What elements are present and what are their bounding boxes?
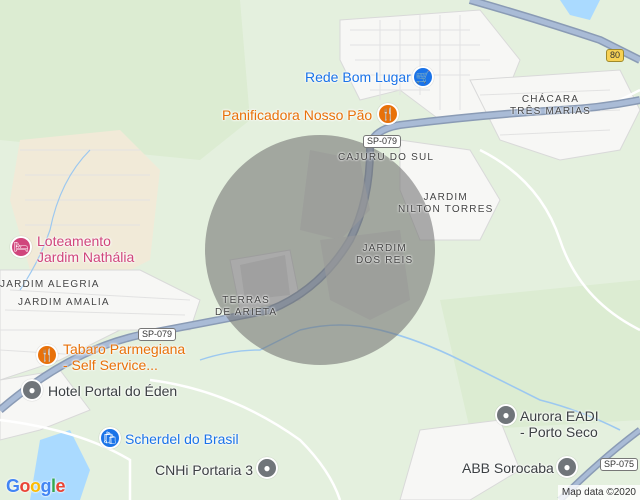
poi-label: Aurora EADI - Porto Seco [520, 408, 599, 441]
area-label-cajuru: CAJURU DO SUL [338, 152, 435, 163]
area-label-alegria: JARDIM ALEGRIA [0, 279, 100, 290]
map-attribution[interactable]: Map data ©2020 [557, 485, 640, 500]
poi-label: Loteamento Jardim Nathália [37, 233, 135, 266]
area-label-amalia: JARDIM AMALIA [18, 297, 110, 308]
shopping-bag-icon: 🛍 [99, 427, 121, 449]
sp-079-top-shield: SP-079 [363, 135, 402, 148]
road-80-shield: 80 [606, 49, 625, 62]
poi-label: Hotel Portal do Éden [48, 383, 178, 399]
poi-label: ABB Sorocaba [462, 460, 554, 476]
google-logo: Google [6, 476, 66, 496]
fork-knife-icon: 🍴 [377, 103, 399, 125]
bed-icon: 🛏 [10, 236, 32, 258]
poi-label: CNHi Portaria 3 [155, 462, 254, 478]
pin-icon: ● [556, 456, 578, 478]
poi-label: Rede Bom Lugar [305, 69, 411, 85]
map-canvas[interactable]: SP-079 SP-079 SP-075 80 CHÁCARA TRÊS MAR… [0, 0, 640, 500]
area-label-dos-reis: JARDIM DOS REIS [356, 243, 414, 266]
fork-knife-icon: 🍴 [36, 344, 58, 366]
cart-icon: 🛒 [412, 66, 434, 88]
pin-icon: ● [21, 379, 43, 401]
area-label-nilton: JARDIM NILTON TORRES [398, 192, 494, 215]
sp-079-left-shield: SP-079 [138, 328, 177, 341]
area-label-terras: TERRAS DE ARIETA [215, 295, 278, 318]
poi-label: Panificadora Nosso Pão [222, 107, 373, 123]
poi-label: Tabaro Parmegiana - Self Service... [63, 341, 186, 374]
pin-icon: ● [495, 404, 517, 426]
poi-label: Scherdel do Brasil [125, 431, 239, 447]
sp-075-shield: SP-075 [600, 458, 639, 471]
pin-icon: ● [256, 457, 278, 479]
area-label-chacara: CHÁCARA TRÊS MARIAS [510, 94, 591, 117]
